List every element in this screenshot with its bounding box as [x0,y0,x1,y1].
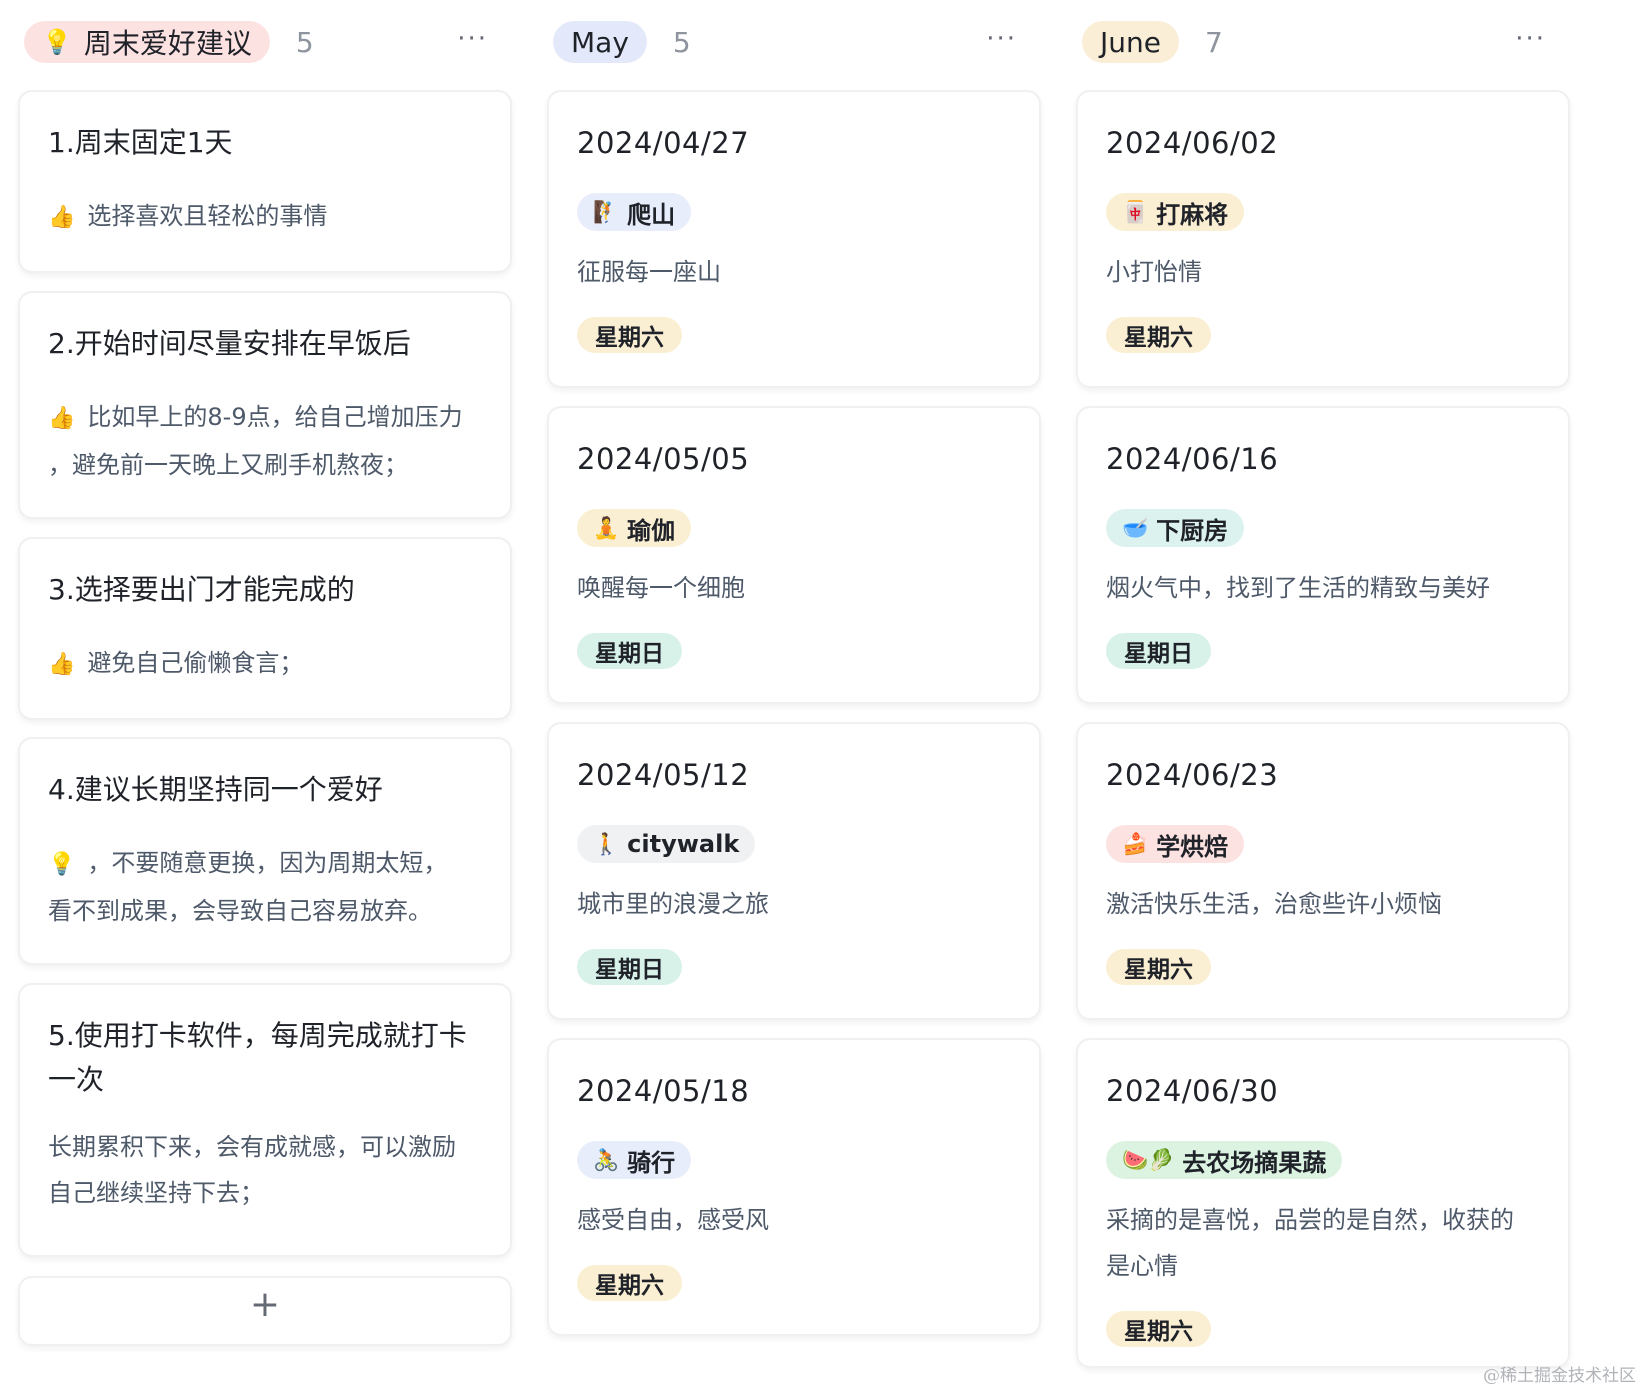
card-description: 唤醒每一个细胞 [577,574,745,602]
hobby-tag: 🍉🥬 去农场摘果蔬 [1106,1141,1343,1179]
column-title-pill[interactable]: June [1082,21,1179,63]
column-header: June 7 ··· [1082,20,1570,64]
card[interactable]: 2024/06/16 🥣 下厨房 烟火气中，找到了生活的精致与美好 星期日 [1076,406,1570,704]
more-options-icon[interactable]: ··· [457,24,488,54]
weekday-tag: 星期六 [577,1265,682,1301]
column-count: 7 [1204,25,1223,59]
card-body: 长期累积下来，会有成就感，可以激励 自己继续坚持下去； [48,1133,456,1207]
card[interactable]: 2024/06/23 🍰 学烘焙 激活快乐生活，治愈些许小烦恼 星期六 [1076,722,1570,1020]
weekday-tag: 星期日 [1106,633,1211,669]
add-card-button[interactable]: + [18,1276,512,1346]
card-body: 👍 避免自己偷懒食言； [48,649,304,677]
hobby-tag: 🧘 瑜伽 [577,509,692,547]
hobby-tag: 🧗 爬山 [577,193,692,231]
card-date: 2024/06/16 [1106,442,1279,476]
weekday-tag: 星期六 [577,317,682,353]
more-options-icon[interactable]: ··· [1515,24,1546,54]
thumbs-up-icon: 👍 [48,205,76,230]
hobby-tag: 🚶 citywalk [577,825,756,863]
card[interactable]: 2024/06/30 🍉🥬 去农场摘果蔬 采摘的是喜悦，品尝的是自然，收获的 是心… [1076,1038,1570,1368]
lightbulb-icon: 💡 [42,28,72,56]
card-title: 1.周末固定1天 [48,126,233,159]
thumbs-up-icon: 👍 [48,406,76,431]
column-title-pill[interactable]: May [553,21,647,63]
column-title-pill[interactable]: 💡 周末爱好建议 [24,21,270,63]
card-body: 👍 选择喜欢且轻松的事情 [48,202,328,230]
card-description: 感受自由，感受风 [577,1206,769,1234]
card-date: 2024/04/27 [577,126,750,160]
mountain-climbing-icon: 🧗 [593,199,620,224]
card[interactable]: 3.选择要出门才能完成的 👍 避免自己偷懒食言； [18,537,512,720]
card[interactable]: 2024/05/05 🧘 瑜伽 唤醒每一个细胞 星期日 [547,406,1041,704]
cake-icon: 🍰 [1122,831,1149,856]
thumbs-up-icon: 👍 [48,652,76,677]
column-count: 5 [672,25,691,59]
card-description: 采摘的是喜悦，品尝的是自然，收获的 是心情 [1106,1206,1514,1280]
hobby-tag: 🚴 骑行 [577,1141,692,1179]
card-date: 2024/06/23 [1106,758,1279,792]
bicycle-icon: 🚴 [593,1147,620,1172]
yoga-icon: 🧘 [593,515,620,540]
mahjong-icon: 🀄 [1122,199,1149,224]
weekday-tag: 星期日 [577,949,682,985]
card-body: 👍 比如早上的8-9点，给自己增加压力 ，避免前一天晚上又刷手机熬夜； [48,403,463,479]
card[interactable]: 2.开始时间尽量安排在早饭后 👍 比如早上的8-9点，给自己增加压力 ，避免前一天… [18,291,512,519]
hobby-tag: 🥣 下厨房 [1106,509,1245,547]
card-description: 激活快乐生活，治愈些许小烦恼 [1106,890,1442,918]
walking-icon: 🚶 [593,831,620,856]
column-weekend-tips: 💡 周末爱好建议 5 ··· 1.周末固定1天 👍 选择喜欢且轻松的事情 2.开始… [18,0,512,1394]
card[interactable]: 2024/06/02 🀄 打麻将 小打怡情 星期六 [1076,90,1570,388]
column-title: 周末爱好建议 [83,27,252,60]
lightbulb-icon: 💡 [48,852,76,877]
card[interactable]: 2024/05/12 🚶 citywalk 城市里的浪漫之旅 星期日 [547,722,1041,1020]
card-title: 3.选择要出门才能完成的 [48,573,355,606]
weekday-tag: 星期六 [1106,949,1211,985]
weekday-tag: 星期日 [577,633,682,669]
cooking-icon: 🥣 [1122,515,1149,540]
column-header: May 5 ··· [553,20,1041,64]
card-date: 2024/05/12 [577,758,750,792]
hobby-tag: 🀄 打麻将 [1106,193,1245,231]
card[interactable]: 5.使用打卡软件，每周完成就打卡 一次 长期累积下来，会有成就感，可以激励 自己… [18,983,512,1257]
column-title: May [571,25,629,59]
column-june: June 7 ··· 2024/06/02 🀄 打麻将 小打怡情 星期六 2024… [1076,0,1570,1394]
watermark: @稀土掘金技术社区 [1483,1366,1636,1386]
card-description: 烟火气中，找到了生活的精致与美好 [1106,574,1490,602]
card-title: 5.使用打卡软件，每周完成就打卡 一次 [48,1019,467,1096]
column-title: June [1100,25,1161,59]
weekday-tag: 星期六 [1106,1311,1211,1347]
card-title: 2.开始时间尽量安排在早饭后 [48,327,411,360]
weekday-tag: 星期六 [1106,317,1211,353]
card[interactable]: 2024/04/27 🧗 爬山 征服每一座山 星期六 [547,90,1041,388]
card-description: 小打怡情 [1106,258,1202,286]
more-options-icon[interactable]: ··· [986,24,1017,54]
card-date: 2024/06/30 [1106,1074,1279,1108]
card-date: 2024/05/18 [577,1074,750,1108]
card-description: 征服每一座山 [577,258,721,286]
kanban-board: 💡 周末爱好建议 5 ··· 1.周末固定1天 👍 选择喜欢且轻松的事情 2.开始… [0,0,1644,1394]
card-body: 💡 ，不要随意更换，因为周期太短， 看不到成果，会导致自己容易放弃。 [48,849,448,925]
card-date: 2024/06/02 [1106,126,1279,160]
hobby-tag: 🍰 学烘焙 [1106,825,1245,863]
card[interactable]: 1.周末固定1天 👍 选择喜欢且轻松的事情 [18,90,512,273]
column-may: May 5 ··· 2024/04/27 🧗 爬山 征服每一座山 星期六 2024… [547,0,1041,1394]
column-header: 💡 周末爱好建议 5 ··· [24,20,512,64]
card[interactable]: 4.建议长期坚持同一个爱好 💡 ，不要随意更换，因为周期太短， 看不到成果，会导致… [18,737,512,965]
card[interactable]: 2024/05/18 🚴 骑行 感受自由，感受风 星期六 [547,1038,1041,1336]
watermelon-leaf-icon: 🍉🥬 [1122,1147,1175,1172]
column-count: 5 [295,25,314,59]
card-title: 4.建议长期坚持同一个爱好 [48,773,383,806]
card-date: 2024/05/05 [577,442,750,476]
card-description: 城市里的浪漫之旅 [577,890,769,918]
